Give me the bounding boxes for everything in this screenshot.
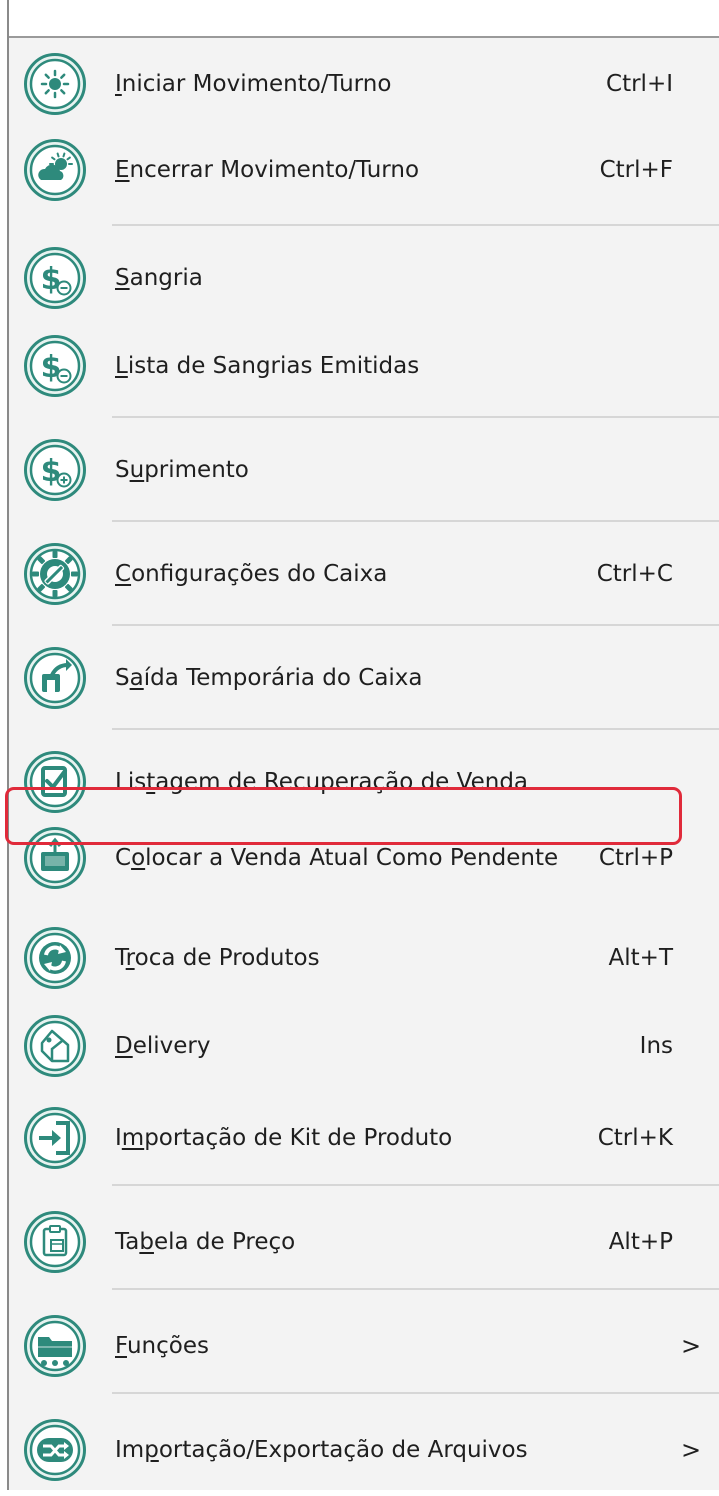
label-text: ncerrar Movimento/Turno [129,157,420,183]
money-plus-icon: $ [22,437,88,503]
menu-item-label: Importação/Exportação de Arquivos [115,1404,528,1496]
context-menu: Iniciar Movimento/Turno Ctrl+I Encerrar Mo… [9,38,719,1490]
label-text: locar a Venda Atual Como Pendente [145,845,559,871]
menu-item-label: Configurações do Caixa [115,528,387,620]
menu-separator [112,1392,719,1394]
menu-item[interactable]: $ Sangria [9,232,719,324]
label-text: angria [129,265,203,291]
menu-item[interactable]: Iniciar Movimento/Turno Ctrl+I [9,38,719,130]
label-text: onfigurações do Caixa [131,561,388,587]
menu-item[interactable]: Configurações do Caixa Ctrl+C [9,528,719,620]
label-text: ída Temporária do Caixa [143,665,423,691]
menu-separator [112,1288,719,1290]
sun-icon [22,51,88,117]
label-text: Im [115,1437,145,1463]
menu-item-label: Saída Temporária do Caixa [115,632,423,724]
menu-separator [112,728,719,730]
menu-item-label: Iniciar Movimento/Turno [115,38,391,130]
accelerator-key: a [129,665,144,691]
accelerator-key: F [115,1333,127,1359]
label-text: unções [126,1333,209,1359]
menu-item[interactable]: $ Lista de Sangrias Emitidas [9,320,719,412]
accelerator-key: L [115,353,128,379]
menu-item-label: Troca de Produtos [115,912,320,1004]
menu-item[interactable]: Encerrar Movimento/Turno Ctrl+F [9,124,719,216]
partly-cloudy-icon [22,137,88,203]
label-text: Ta [115,1229,140,1255]
delivery-tag-icon [22,1013,88,1079]
menu-item[interactable]: Importação/Exportação de Arquivos > [9,1404,719,1496]
accelerator-key: u [129,457,145,483]
accelerator-key: m [121,1125,145,1151]
label-text: C [115,845,132,871]
accelerator-key: p [144,1437,159,1463]
highlight-box [5,787,682,845]
import-icon [22,1105,88,1171]
menu-item-shortcut: Ins [639,1033,673,1059]
menu-item-shortcut: Ctrl+F [599,157,673,183]
label-text: T [115,945,126,971]
exit-arrow-icon [22,645,88,711]
folder-cart-icon [22,1313,88,1379]
label-text: ista de Sangrias Emitidas [127,353,420,379]
exchange-icon [22,925,88,991]
label-text: oca de Produtos [134,945,320,971]
menu-item[interactable]: Troca de Produtos Alt+T [9,912,719,1004]
label-text: elivery [132,1033,211,1059]
menu-item-label: Delivery [115,1000,210,1092]
accelerator-key: o [131,845,146,871]
menu-item[interactable]: Saída Temporária do Caixa [9,632,719,724]
accelerator-key: I [115,71,122,97]
menu-item-label: Encerrar Movimento/Turno [115,124,419,216]
label-text: I [115,1125,122,1151]
label-text: S [115,665,130,691]
menu-item[interactable]: Funções > [9,1300,719,1392]
menu-separator [112,224,719,226]
label-text: niciar Movimento/Turno [121,71,392,97]
menu-separator [112,416,719,418]
accelerator-key: D [115,1033,133,1059]
label-text: primento [144,457,249,483]
menu-item-label: Suprimento [115,424,249,516]
money-minus-icon: $ [22,245,88,311]
menu-item-shortcut: Alt+T [608,945,673,971]
menu-item[interactable]: Importação de Kit de Produto Ctrl+K [9,1092,719,1184]
menu-item-label: Lista de Sangrias Emitidas [115,320,419,412]
menu-separator [112,520,719,522]
menu-item[interactable]: Delivery Ins [9,1000,719,1092]
label-text: S [115,457,130,483]
label-text: ortação/Exportação de Arquivos [158,1437,528,1463]
price-table-icon [22,1209,88,1275]
menu-item-label: Sangria [115,232,203,324]
menu-item[interactable]: Tabela de Preço Alt+P [9,1196,719,1288]
menu-separator [112,624,719,626]
shuffle-icon [22,1417,88,1483]
menu-separator [112,1184,719,1186]
menu-item-label: Funções [115,1300,209,1392]
menu-item-shortcut: Ctrl+C [596,561,673,587]
accelerator-key: C [115,561,132,587]
gear-wrench-icon [22,541,88,607]
submenu-arrow-icon: > [681,1332,702,1360]
submenu-arrow-icon: > [681,1436,702,1464]
label-text: ela de Preço [153,1229,296,1255]
menu-item[interactable]: $ Suprimento [9,424,719,516]
accelerator-key: E [115,157,130,183]
menu-item-label: Tabela de Preço [115,1196,295,1288]
accelerator-key: S [115,265,130,291]
menu-item-label: Importação de Kit de Produto [115,1092,452,1184]
menu-item-shortcut: Alt+P [608,1229,673,1255]
window-top-area [0,0,719,38]
label-text: portação de Kit de Produto [144,1125,453,1151]
accelerator-key: b [139,1229,154,1255]
menu-item-shortcut: Ctrl+I [606,71,673,97]
accelerator-key: r [125,945,135,971]
money-minus-icon: $ [22,333,88,399]
menu-item-shortcut: Ctrl+K [597,1125,673,1151]
